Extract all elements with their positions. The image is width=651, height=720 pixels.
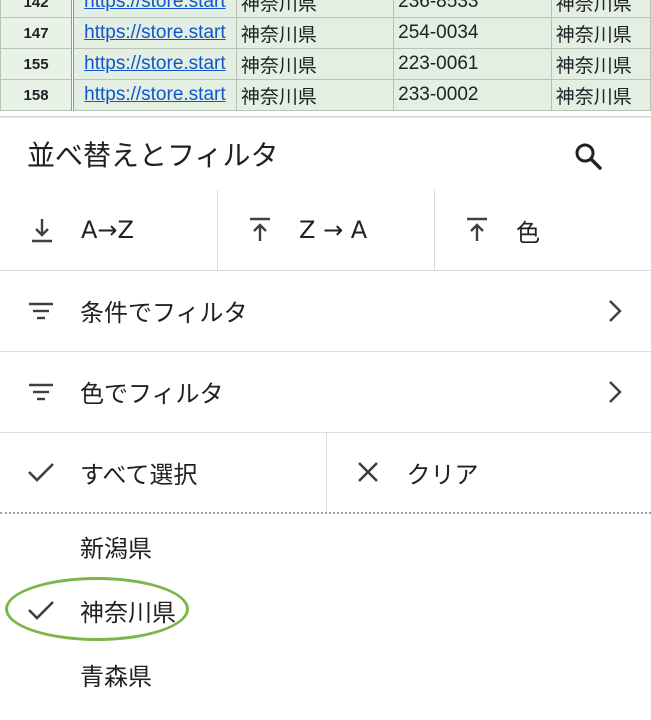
search-icon — [575, 143, 602, 170]
row-number[interactable]: 155 — [0, 48, 75, 80]
url-cell[interactable]: https://store.start — [72, 48, 237, 80]
sort-descending-label: Z → A — [299, 216, 368, 244]
filter-value-label: 青森県 — [80, 662, 152, 691]
sort-by-color-icon — [462, 213, 492, 247]
close-icon — [353, 460, 383, 484]
sort-descending-icon — [245, 213, 275, 247]
filter-icon — [26, 382, 56, 402]
filter-value-item[interactable]: 新潟県 — [0, 514, 651, 578]
check-icon — [28, 601, 54, 620]
postal-code-cell[interactable]: 223-0061 — [393, 48, 552, 80]
table-row[interactable]: 158 https://store.start 神奈川県 233-0002 神奈… — [0, 79, 651, 111]
prefecture-cell[interactable]: 神奈川県 — [550, 48, 651, 80]
filter-value-item[interactable]: 青森県 — [0, 642, 651, 706]
sheet-table: 142 https://store.start 神奈川県 236-8533 神奈… — [0, 0, 651, 111]
panel-header: 並べ替えとフィルタ — [0, 118, 651, 190]
filter-value-label: 新潟県 — [80, 534, 152, 563]
filter-by-color-item[interactable]: 色でフィルタ — [0, 351, 651, 433]
filter-by-color-label: 色でフィルタ — [80, 380, 224, 408]
sort-ascending-button[interactable]: A→Z — [0, 190, 217, 270]
sort-by-color-label: 色 — [516, 218, 540, 247]
filter-by-condition-item[interactable]: 条件でフィルタ — [0, 270, 651, 352]
spreadsheet-grid: 142 https://store.start 神奈川県 236-8533 神奈… — [0, 0, 651, 118]
sort-filter-panel: 並べ替えとフィルタ A→Z Z → A 色 条件でフィルタ 色でフィルタ すべて… — [0, 118, 651, 720]
select-actions: すべて選択 クリア — [0, 432, 651, 514]
row-number[interactable]: 142 — [0, 0, 75, 18]
sort-descending-button[interactable]: Z → A — [217, 190, 434, 270]
postal-code-cell[interactable]: 236-8533 — [393, 0, 552, 18]
filter-value-label: 神奈川県 — [80, 598, 176, 627]
postal-code-cell[interactable]: 233-0002 — [393, 79, 552, 111]
check-icon — [26, 461, 56, 483]
prefecture-cell[interactable]: 神奈川県 — [235, 17, 395, 49]
select-all-button[interactable]: すべて選択 — [0, 432, 326, 512]
table-row[interactable]: 147 https://store.start 神奈川県 254-0034 神奈… — [0, 17, 651, 49]
url-cell[interactable]: https://store.start — [72, 79, 237, 111]
filter-value-list: 新潟県 神奈川県 青森県 — [0, 514, 651, 706]
clear-label: クリア — [406, 460, 479, 489]
url-cell[interactable]: https://store.start — [72, 17, 237, 49]
row-number[interactable]: 158 — [0, 79, 75, 111]
filter-value-item[interactable]: 神奈川県 — [0, 578, 651, 642]
prefecture-cell[interactable]: 神奈川県 — [550, 0, 651, 18]
chevron-right-icon — [609, 300, 622, 322]
sort-ascending-icon — [27, 213, 57, 247]
sort-by-color-button[interactable]: 色 — [434, 190, 651, 270]
table-row[interactable]: 155 https://store.start 神奈川県 223-0061 神奈… — [0, 48, 651, 80]
filter-by-condition-label: 条件でフィルタ — [80, 299, 248, 327]
select-all-label: すべて選択 — [80, 460, 198, 489]
prefecture-cell[interactable]: 神奈川県 — [550, 79, 651, 111]
clear-button[interactable]: クリア — [325, 432, 651, 512]
prefecture-cell[interactable]: 神奈川県 — [550, 17, 651, 49]
url-cell[interactable]: https://store.start — [72, 0, 237, 18]
filter-icon — [26, 301, 56, 321]
postal-code-cell[interactable]: 254-0034 — [393, 17, 552, 49]
sort-ascending-label: A→Z — [81, 216, 134, 244]
row-number[interactable]: 147 — [0, 17, 75, 49]
table-row[interactable]: 142 https://store.start 神奈川県 236-8533 神奈… — [0, 0, 651, 18]
chevron-right-icon — [609, 381, 622, 403]
sort-options: A→Z Z → A 色 — [0, 190, 651, 271]
panel-title: 並べ替えとフィルタ — [27, 139, 279, 172]
prefecture-cell[interactable]: 神奈川県 — [235, 79, 395, 111]
prefecture-cell[interactable]: 神奈川県 — [235, 0, 395, 18]
search-button[interactable] — [566, 134, 610, 178]
prefecture-cell[interactable]: 神奈川県 — [235, 48, 395, 80]
